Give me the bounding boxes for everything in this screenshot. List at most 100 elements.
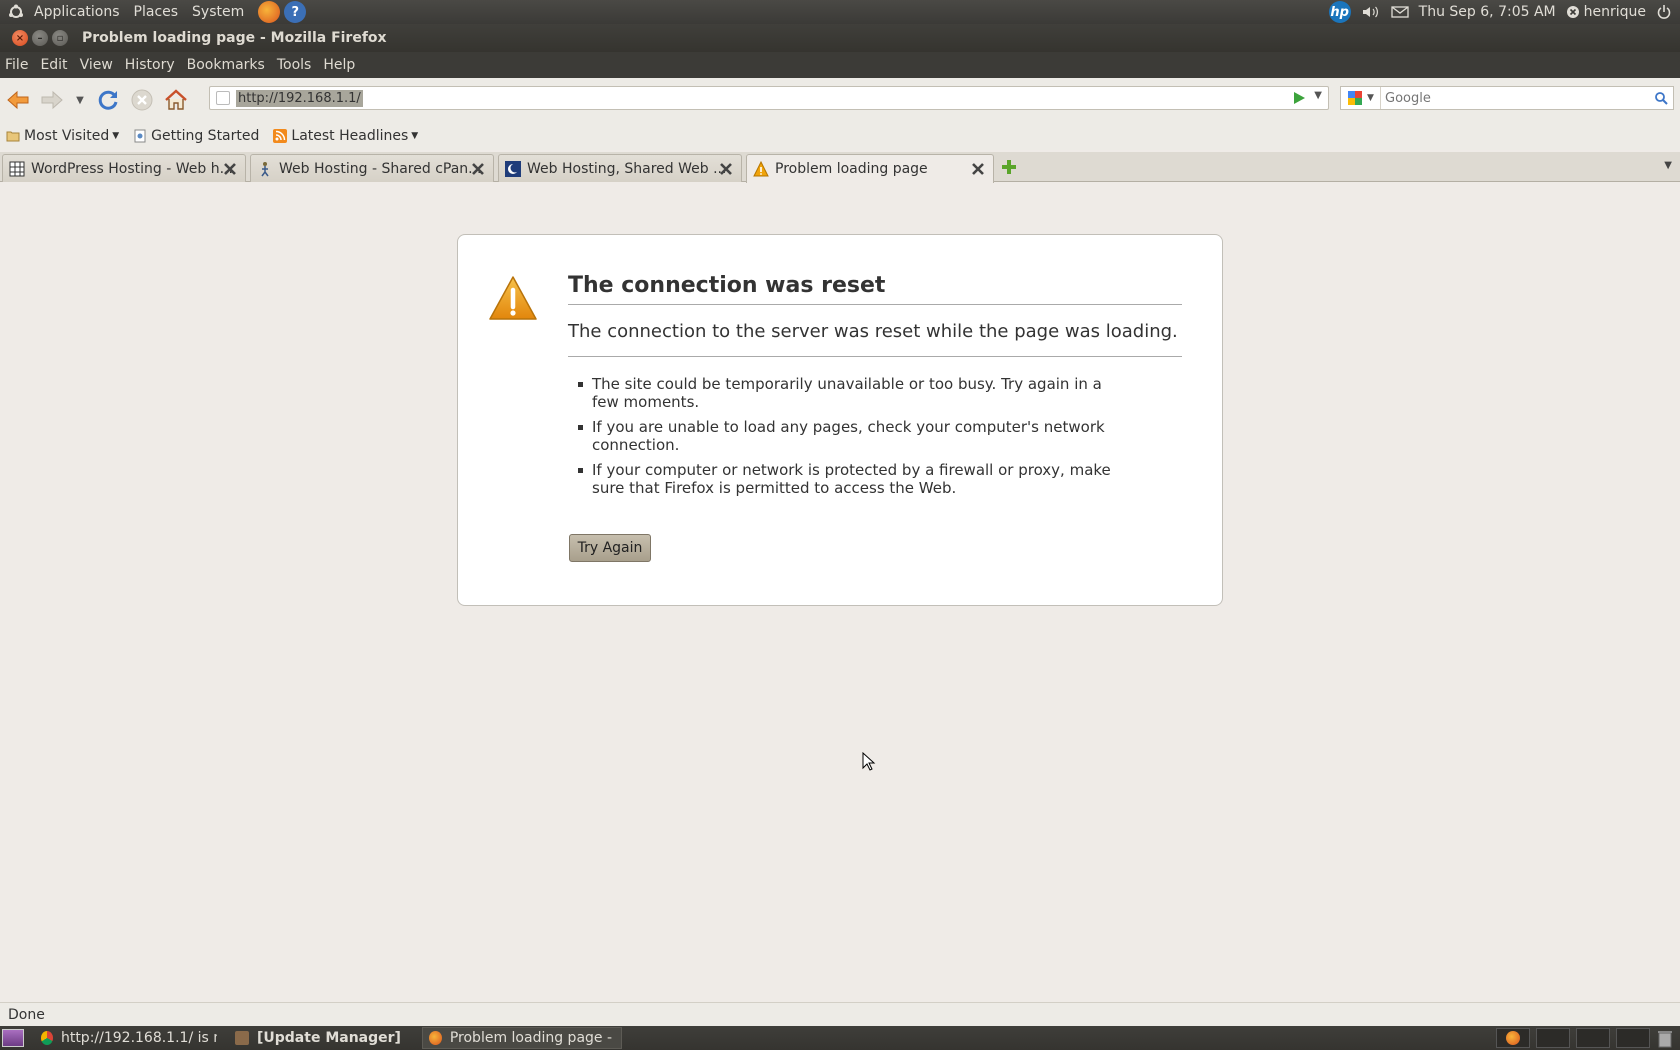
menu-tools[interactable]: Tools [271,57,318,73]
try-again-button[interactable]: Try Again [569,534,651,562]
firefox-icon [1506,1031,1520,1045]
workspace-4[interactable] [1616,1028,1650,1048]
list-all-tabs-button[interactable]: ▼ [1664,160,1672,171]
search-input[interactable] [1381,88,1651,108]
folder-icon [6,131,20,142]
close-tab-icon[interactable] [719,162,733,176]
chevron-down-icon: ▼ [112,131,120,141]
menu-help[interactable]: Help [317,57,361,73]
menubar: File Edit View History Bookmarks Tools H… [0,52,1680,78]
workspace-1[interactable] [1496,1028,1530,1048]
url-text[interactable]: http://192.168.1.1/ [236,89,363,107]
volume-icon[interactable] [1361,4,1381,20]
stop-button[interactable] [128,86,156,114]
error-title: The connection was reset [568,273,1182,305]
bookmark-label: Getting Started [151,128,260,144]
top-panel: Applications Places System ? hp Thu Sep … [0,0,1680,24]
search-bar[interactable]: ▼ [1340,86,1674,110]
bookmark-latest-headlines[interactable]: Latest Headlines ▼ [273,128,418,144]
tab-problem-loading[interactable]: Problem loading page [746,154,994,183]
close-tab-icon[interactable] [471,162,485,176]
bookmark-getting-started[interactable]: Getting Started [133,128,259,144]
firefox-launcher-icon[interactable] [258,1,281,23]
ubuntu-logo-icon[interactable] [8,4,24,20]
window-title: Problem loading page - Mozilla Firefox [82,30,387,46]
bookmark-label: Most Visited [24,128,110,144]
tab-web-hosting-cpanel[interactable]: Web Hosting - Shared cPan... [250,154,494,182]
menu-edit[interactable]: Edit [34,57,73,73]
back-button[interactable] [4,86,32,114]
menu-view[interactable]: View [74,57,119,73]
menu-history[interactable]: History [119,57,181,73]
chrome-icon [41,1031,53,1045]
magnifier-icon [1655,92,1668,105]
menu-bookmarks[interactable]: Bookmarks [181,57,271,73]
url-bar[interactable]: http://192.168.1.1/ ▼ [209,86,1329,110]
tab-strip: WordPress Hosting - Web h... Web Hosting… [0,152,1680,183]
workspace-switcher [1496,1028,1674,1048]
mail-icon[interactable] [1391,5,1409,19]
update-manager-icon [235,1031,249,1045]
show-desktop-button[interactable] [2,1029,24,1047]
error-short-description: The connection to the server was reset w… [568,321,1182,357]
figure-favicon-icon [261,161,269,176]
bookmark-most-visited[interactable]: Most Visited ▼ [6,128,119,144]
url-history-dropdown[interactable]: ▼ [1314,90,1322,101]
power-icon[interactable] [1656,4,1672,20]
rss-feed-icon [273,129,288,143]
taskbar-item-update-manager[interactable]: [Update Manager] [228,1027,418,1049]
tab-label: WordPress Hosting - Web h... [31,160,233,177]
top-panel-tray: hp Thu Sep 6, 7:05 AM henrique [1328,0,1672,24]
trash-icon[interactable] [1656,1028,1674,1048]
system-menu[interactable]: System [192,4,244,20]
list-item: If you are unable to load any pages, che… [578,418,1118,454]
clock[interactable]: Thu Sep 6, 7:05 AM [1419,4,1556,20]
workspace-3[interactable] [1576,1028,1610,1048]
search-button[interactable] [1651,88,1671,108]
warning-icon [489,276,537,320]
page-icon [134,129,146,143]
error-page-container: The connection was reset The connection … [457,234,1223,606]
google-icon [1348,91,1363,105]
forward-button[interactable] [38,86,66,114]
reload-button[interactable] [94,86,122,114]
workspace-2[interactable] [1536,1028,1570,1048]
moon-favicon-icon [505,160,521,177]
close-tab-icon[interactable] [223,162,237,176]
taskbar-label: http://192.168.1.1/ is no... [60,1030,217,1046]
chevron-down-icon: ▼ [76,94,84,106]
user-menu[interactable]: henrique [1566,4,1646,20]
search-engine-selector[interactable]: ▼ [1341,87,1381,109]
user-status-icon [1566,6,1579,18]
tab-label: Web Hosting - Shared cPan... [279,160,482,177]
taskbar-item-chrome[interactable]: http://192.168.1.1/ is no... [34,1027,224,1049]
window-maximize-button[interactable]: ▫ [52,30,68,46]
menu-file[interactable]: File [0,57,34,73]
back-arrow-icon [7,90,29,110]
tab-wordpress-hosting[interactable]: WordPress Hosting - Web h... [2,154,246,182]
mouse-cursor-icon [862,752,876,771]
window-close-button[interactable]: × [12,30,28,46]
help-launcher-icon[interactable]: ? [284,1,307,23]
taskbar-item-firefox[interactable]: Problem loading page - ... [422,1027,622,1049]
bottom-panel: http://192.168.1.1/ is no... [Update Man… [0,1026,1680,1050]
home-button[interactable] [162,86,190,114]
window-minimize-button[interactable]: – [32,30,48,46]
new-tab-plus-icon[interactable] [1000,158,1018,176]
chevron-down-icon: ▼ [411,131,419,141]
page-favicon-icon [216,91,230,105]
warning-favicon-icon [753,161,769,177]
window-titlebar[interactable]: × – ▫ Problem loading page - Mozilla Fir… [0,24,1680,52]
go-arrow-icon[interactable] [1292,91,1306,105]
history-dropdown[interactable]: ▼ [72,86,88,114]
places-menu[interactable]: Places [134,4,179,20]
status-text: Done [8,1006,45,1023]
home-icon [165,89,187,110]
tab-web-hosting-shared[interactable]: Web Hosting, Shared Web ... [498,154,742,182]
forward-arrow-icon [41,90,63,110]
list-item: If your computer or network is protected… [578,461,1118,497]
close-tab-icon[interactable] [971,162,985,176]
applications-menu[interactable]: Applications [34,4,120,20]
hp-icon[interactable]: hp [1328,1,1351,23]
firefox-icon [429,1031,442,1045]
